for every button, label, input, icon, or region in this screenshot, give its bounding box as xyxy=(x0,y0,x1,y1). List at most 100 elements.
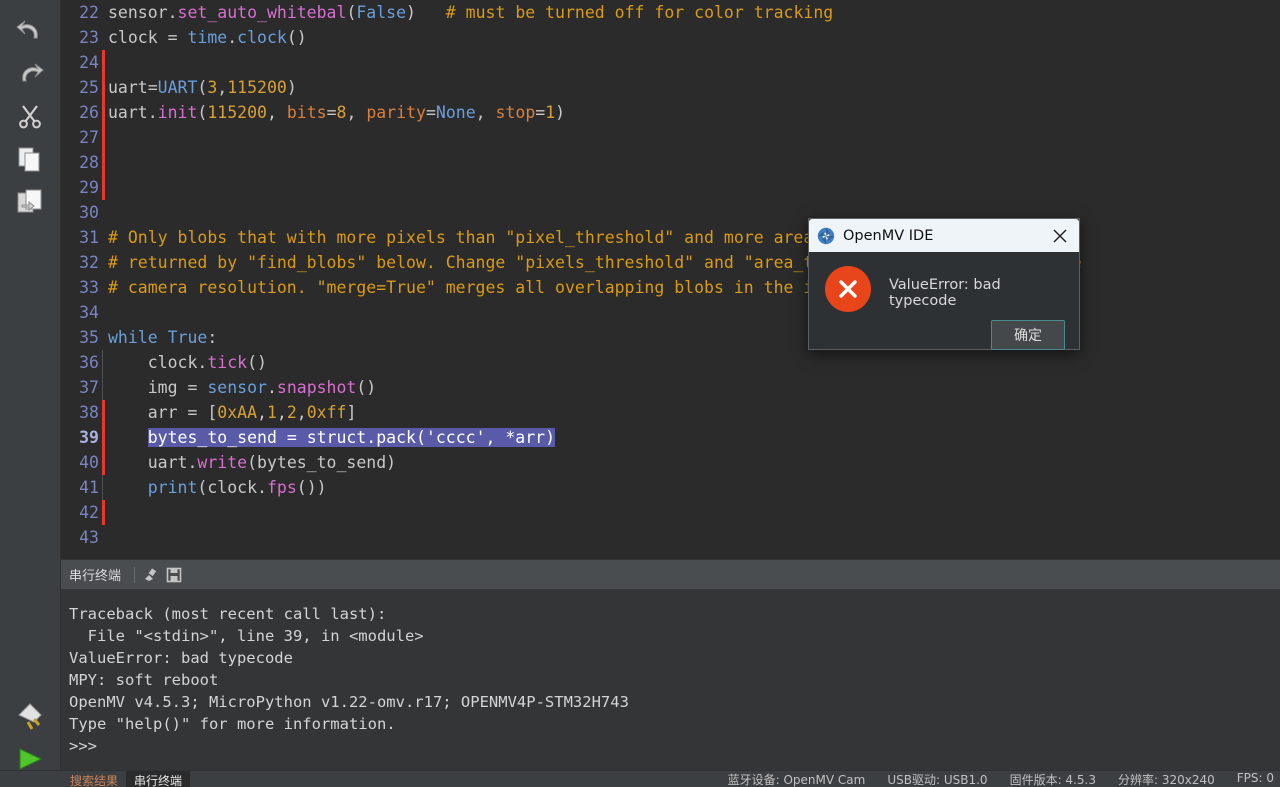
gutter-spacer xyxy=(99,525,108,550)
code-token: 115200 xyxy=(207,103,267,122)
code-token: 3 xyxy=(207,78,218,97)
code-token: 8 xyxy=(336,103,347,122)
code-token: sensor xyxy=(207,378,267,397)
gutter-spacer xyxy=(99,325,108,350)
code-token: # camera resolution. "merge=True" merges… xyxy=(108,278,863,297)
change-marker xyxy=(99,175,108,200)
code-lines: 22 sensor.set_auto_whitebal(False) # must… xyxy=(61,0,1280,550)
gutter-spacer xyxy=(99,250,108,275)
code-token: UART xyxy=(157,78,198,97)
code-line-22[interactable]: 22 sensor.set_auto_whitebal(False) # must… xyxy=(61,0,1280,25)
code-line-30[interactable]: 30 xyxy=(61,200,1280,225)
terminal-line: ValueError: bad typecode xyxy=(69,649,293,667)
code-line-40[interactable]: 40 uart.write(bytes_to_send) xyxy=(61,450,1280,475)
code-token: set_auto_whitebal xyxy=(177,3,347,22)
code-line-42[interactable]: 42 xyxy=(61,500,1280,525)
openmv-aperture-icon xyxy=(817,227,835,245)
line-number: 33 xyxy=(79,278,99,297)
status-tabs: 搜索结果 串行终端 xyxy=(62,771,191,787)
error-x-icon xyxy=(825,266,871,312)
code-line-33[interactable]: 33 # camera resolution. "merge=True" merg… xyxy=(61,275,1280,300)
code-token: () xyxy=(247,353,267,372)
line-number: 22 xyxy=(79,3,99,22)
code-line-38[interactable]: 38 arr = [0xAA,1,2,0xff] xyxy=(61,400,1280,425)
code-token: () xyxy=(286,28,307,47)
code-line-32[interactable]: 32 # returned by "find_blobs" below. Chan… xyxy=(61,250,1280,275)
code-token: 2 xyxy=(286,403,297,422)
line-number: 28 xyxy=(79,153,99,172)
line-number: 37 xyxy=(79,378,99,397)
code-line-37[interactable]: 37 img = sensor.snapshot() xyxy=(61,375,1280,400)
code-line-36[interactable]: 36 clock.tick() xyxy=(61,350,1280,375)
code-token: bits xyxy=(286,103,327,122)
dialog-content: ValueError: bad typecode xyxy=(809,252,1079,312)
code-token: False xyxy=(356,3,407,22)
line-number: 25 xyxy=(79,78,99,97)
code-token: sensor xyxy=(108,3,168,22)
code-line-25[interactable]: 25 uart=UART(3,115200) xyxy=(61,75,1280,100)
tab-serial-terminal[interactable]: 串行终端 xyxy=(61,565,131,584)
terminal-tabbar: 串行终端 xyxy=(61,559,1280,589)
change-marker xyxy=(99,50,108,75)
redo-icon[interactable] xyxy=(10,53,50,93)
line-number: 40 xyxy=(79,453,99,472)
code-token: 1 xyxy=(545,103,556,122)
openmv-ide-window: 22 sensor.set_auto_whitebal(False) # must… xyxy=(0,0,1280,787)
status-info-item: FPS: 0 xyxy=(1236,771,1274,785)
copy-icon[interactable] xyxy=(10,139,50,179)
code-token: (bytes_to_send) xyxy=(247,453,397,472)
line-number: 31 xyxy=(79,228,99,247)
close-icon[interactable] xyxy=(1047,223,1073,249)
code-token: arr = [ xyxy=(108,403,218,422)
line-number: 36 xyxy=(79,353,99,372)
cut-icon[interactable] xyxy=(10,96,50,136)
code-line-31[interactable]: 31 # Only blobs that with more pixels tha… xyxy=(61,225,1280,250)
gutter-spacer xyxy=(99,475,108,500)
code-token: uart= xyxy=(108,78,158,97)
ok-button[interactable]: 确定 xyxy=(991,320,1065,350)
line-number: 23 xyxy=(79,28,99,47)
code-line-35[interactable]: 35 while True: xyxy=(61,325,1280,350)
code-token: ] xyxy=(346,403,357,422)
change-marker xyxy=(99,425,108,450)
code-line-27[interactable]: 27 xyxy=(61,125,1280,150)
undo-icon[interactable] xyxy=(10,10,50,50)
code-line-26[interactable]: 26 uart.init(115200, bits=8, parity=None,… xyxy=(61,100,1280,125)
code-token: ) xyxy=(406,3,416,22)
code-editor[interactable]: 22 sensor.set_auto_whitebal(False) # must… xyxy=(61,0,1280,559)
terminal-line: Type "help()" for more information. xyxy=(69,715,396,733)
code-line-29[interactable]: 29 xyxy=(61,175,1280,200)
code-token: snapshot xyxy=(276,378,357,397)
line-number: 24 xyxy=(79,53,99,72)
status-bar: 搜索结果 串行终端 蓝牙设备: OpenMV Cam USB驱动: USB1.0 固件… xyxy=(0,770,1280,787)
line-number: 39 xyxy=(79,428,99,447)
status-tab-1[interactable]: 串行终端 xyxy=(126,771,191,787)
error-dialog[interactable]: OpenMV IDE ValueError: bad typecode 确定 xyxy=(808,218,1080,350)
connect-plug-icon[interactable] xyxy=(10,696,50,736)
code-line-23[interactable]: 23 clock = time.clock() xyxy=(61,25,1280,50)
code-line-28[interactable]: 28 xyxy=(61,150,1280,175)
code-token: clock xyxy=(237,28,287,47)
change-marker xyxy=(99,150,108,175)
code-line-43[interactable]: 43 xyxy=(61,525,1280,550)
code-line-24[interactable]: 24 xyxy=(61,50,1280,75)
code-token: clock = xyxy=(108,28,188,47)
gutter-spacer xyxy=(99,25,108,50)
save-terminal-icon[interactable] xyxy=(162,564,186,586)
paste-icon[interactable] xyxy=(10,182,50,222)
status-tab-0[interactable]: 搜索结果 xyxy=(62,771,126,787)
code-token: , xyxy=(217,78,228,97)
code-line-41[interactable]: 41 print(clock.fps()) xyxy=(61,475,1280,500)
terminal-line: OpenMV v4.5.3; MicroPython v1.22-omv.r17… xyxy=(69,693,629,711)
code-token: ) xyxy=(555,103,566,122)
line-number: 26 xyxy=(79,103,99,122)
terminal-output[interactable]: Traceback (most recent call last): File … xyxy=(61,589,1280,770)
code-token: ( xyxy=(197,103,208,122)
code-line-39[interactable]: 39 bytes_to_send = struct.pack('cccc', *… xyxy=(61,425,1280,450)
clear-terminal-icon[interactable] xyxy=(138,564,162,586)
code-line-34[interactable]: 34 xyxy=(61,300,1280,325)
status-info-item: 分辨率: 320x240 xyxy=(1117,773,1215,787)
code-token: , xyxy=(257,403,267,422)
line-number: 29 xyxy=(79,178,99,197)
